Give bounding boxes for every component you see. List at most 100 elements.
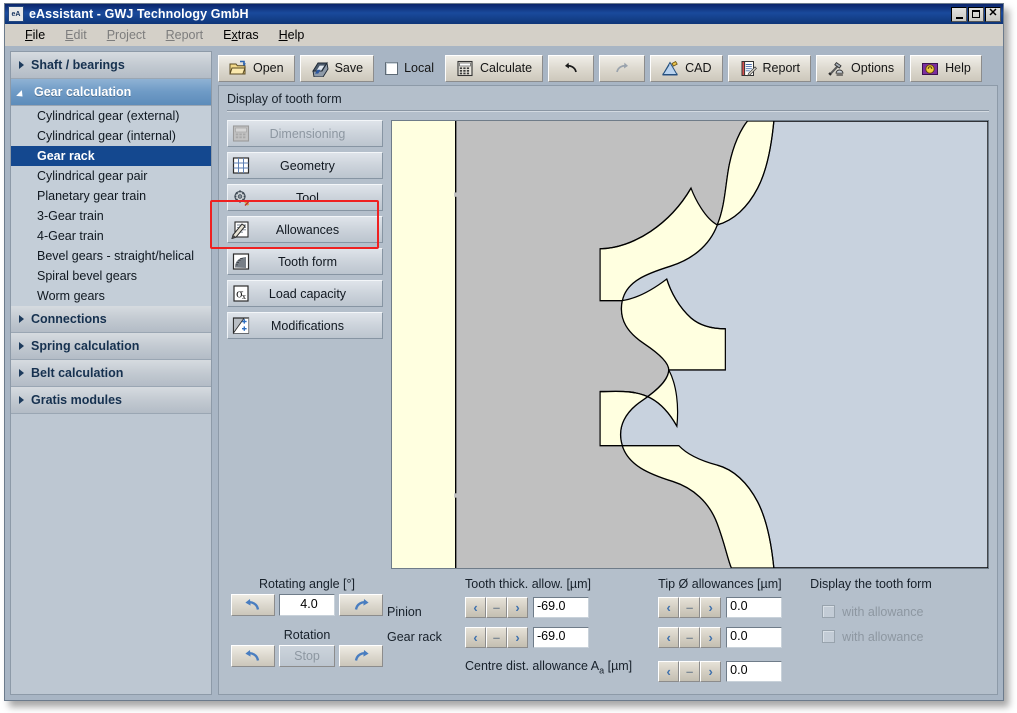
sidebar-group-connections[interactable]: Connections: [11, 306, 211, 333]
sidebar-group-gratis-modules[interactable]: Gratis modules: [11, 387, 211, 414]
tooth-thickness-pinion-input[interactable]: -69.0: [533, 597, 589, 618]
title-bar: eA eAssistant - GWJ Technology GmbH ✕: [5, 4, 1003, 24]
sidebar-group-spring-calculation[interactable]: Spring calculation: [11, 333, 211, 360]
tip-diameter-pinion-input[interactable]: 0.0: [726, 597, 782, 618]
menu-extras[interactable]: Extras: [213, 26, 268, 44]
menu-report[interactable]: Report: [156, 26, 214, 44]
nav-button-label: Geometry: [251, 159, 382, 173]
sidebar-item-3-gear-train[interactable]: 3-Gear train: [11, 206, 211, 226]
sidebar-group-gear-calculation[interactable]: Gear calculation: [11, 79, 211, 106]
decrement-button[interactable]: ‹: [465, 597, 486, 618]
reset-button[interactable]: –: [679, 597, 700, 618]
with-allowance-checkbox-pinion[interactable]: with allowance: [810, 599, 932, 624]
reset-button[interactable]: –: [679, 627, 700, 648]
local-checkbox[interactable]: Local: [379, 55, 440, 82]
rotate-ccw-button[interactable]: [231, 594, 275, 616]
open-folder-icon: [229, 60, 247, 77]
sidebar-item-worm-gears[interactable]: Worm gears: [11, 286, 211, 306]
sidebar-item-label: 4-Gear train: [37, 229, 104, 243]
report-button[interactable]: Report: [728, 55, 812, 82]
menu-help[interactable]: Help: [269, 26, 315, 44]
maximize-icon[interactable]: [968, 7, 984, 22]
tooth-curve-icon: [231, 252, 251, 271]
sidebar-item-planetary-gear-train[interactable]: Planetary gear train: [11, 186, 211, 206]
open-label: Open: [253, 61, 284, 75]
tip-diameter-gear-rack-input[interactable]: 0.0: [726, 627, 782, 648]
minimize-icon[interactable]: [951, 7, 967, 22]
sidebar-item-bevel-gears[interactable]: Bevel gears - straight/helical: [11, 246, 211, 266]
content-area: Open Save Local: [218, 51, 998, 695]
sidebar-item-cylindrical-gear-external[interactable]: Cylindrical gear (external): [11, 106, 211, 126]
with-allowance-checkbox-gear-rack[interactable]: with allowance: [810, 624, 932, 649]
tooth-form-diagram[interactable]: [391, 120, 989, 569]
undo-arrow-icon: [562, 60, 580, 77]
menu-edit[interactable]: Edit: [55, 26, 97, 44]
panel-divider: [227, 110, 989, 112]
chevron-down-icon: [19, 88, 28, 97]
nav-button-label: Dimensioning: [251, 127, 382, 141]
decrement-button[interactable]: ‹: [658, 661, 679, 682]
nav-button-load-capacity[interactable]: σ x Load capacity: [227, 280, 383, 307]
nav-button-label: Allowances: [251, 223, 382, 237]
rotation-ccw-button[interactable]: [231, 645, 275, 667]
options-button[interactable]: Options: [816, 55, 905, 82]
chevron-right-icon: [19, 369, 24, 377]
sidebar-item-4-gear-train[interactable]: 4-Gear train: [11, 226, 211, 246]
redo-button[interactable]: [599, 55, 645, 82]
sidebar-group-belt-calculation[interactable]: Belt calculation: [11, 360, 211, 387]
increment-button[interactable]: ›: [700, 627, 721, 648]
rotating-angle-input[interactable]: 4.0: [279, 594, 335, 616]
local-label: Local: [404, 61, 434, 75]
reset-button[interactable]: –: [486, 597, 507, 618]
increment-button[interactable]: ›: [507, 597, 528, 618]
calculate-button[interactable]: Calculate: [445, 55, 543, 82]
nav-button-tooth-form[interactable]: Tooth form: [227, 248, 383, 275]
increment-button[interactable]: ›: [507, 627, 528, 648]
rotation-stop-button[interactable]: Stop: [279, 645, 335, 667]
tooth-thickness-header: Tooth thick. allow. [µm]: [465, 577, 640, 591]
close-icon[interactable]: ✕: [985, 7, 1001, 22]
sidebar-item-gear-rack[interactable]: Gear rack: [11, 146, 211, 166]
centre-distance-spin-row: ‹ – › 0.0: [658, 659, 782, 684]
cad-button[interactable]: CAD: [650, 55, 722, 82]
rotation-label: Rotation: [227, 628, 387, 642]
redo-arrow-icon: [613, 60, 631, 77]
centre-distance-input[interactable]: 0.0: [726, 661, 782, 682]
calculator-icon: [456, 60, 474, 77]
with-allowance-label: with allowance: [842, 605, 923, 619]
save-button[interactable]: Save: [300, 55, 375, 82]
rotation-cw-button[interactable]: [339, 645, 383, 667]
nav-button-label: Tooth form: [251, 255, 382, 269]
undo-button[interactable]: [548, 55, 594, 82]
sidebar-group-shaft-bearings[interactable]: Shaft / bearings: [11, 52, 211, 79]
nav-button-dimensioning[interactable]: Dimensioning: [227, 120, 383, 147]
display-tooth-form-header: Display the tooth form: [810, 577, 932, 591]
sidebar-item-cylindrical-gear-internal[interactable]: Cylindrical gear (internal): [11, 126, 211, 146]
reset-button[interactable]: –: [486, 627, 507, 648]
sidebar-item-cylindrical-gear-pair[interactable]: Cylindrical gear pair: [11, 166, 211, 186]
bottom-controls: Rotating angle [°] 4.0: [219, 569, 997, 694]
nav-button-tool[interactable]: Tool: [227, 184, 383, 211]
decrement-button[interactable]: ‹: [658, 627, 679, 648]
decrement-button[interactable]: ‹: [465, 627, 486, 648]
increment-button[interactable]: ›: [700, 661, 721, 682]
save-label: Save: [335, 61, 364, 75]
reset-button[interactable]: –: [679, 661, 700, 682]
chevron-right-icon: [19, 396, 24, 404]
sigma-x-icon: σ x: [231, 284, 251, 303]
help-button[interactable]: Help: [910, 55, 982, 82]
nav-button-modifications[interactable]: Modifications: [227, 312, 383, 339]
menu-project[interactable]: Project: [97, 26, 156, 44]
nav-button-geometry[interactable]: Geometry: [227, 152, 383, 179]
tooth-thickness-gear-rack-input[interactable]: -69.0: [533, 627, 589, 648]
decrement-button[interactable]: ‹: [658, 597, 679, 618]
increment-button[interactable]: ›: [700, 597, 721, 618]
menu-file[interactable]: FFileile: [15, 26, 55, 44]
nav-button-label: Modifications: [251, 319, 382, 333]
menu-bar: FFileile Edit Project Report Extras Help: [5, 24, 1003, 47]
rotate-cw-button[interactable]: [339, 594, 383, 616]
rotate-ccw-icon: [243, 597, 263, 613]
open-button[interactable]: Open: [218, 55, 295, 82]
sidebar-item-spiral-bevel-gears[interactable]: Spiral bevel gears: [11, 266, 211, 286]
nav-button-allowances[interactable]: Allowances: [227, 216, 383, 243]
